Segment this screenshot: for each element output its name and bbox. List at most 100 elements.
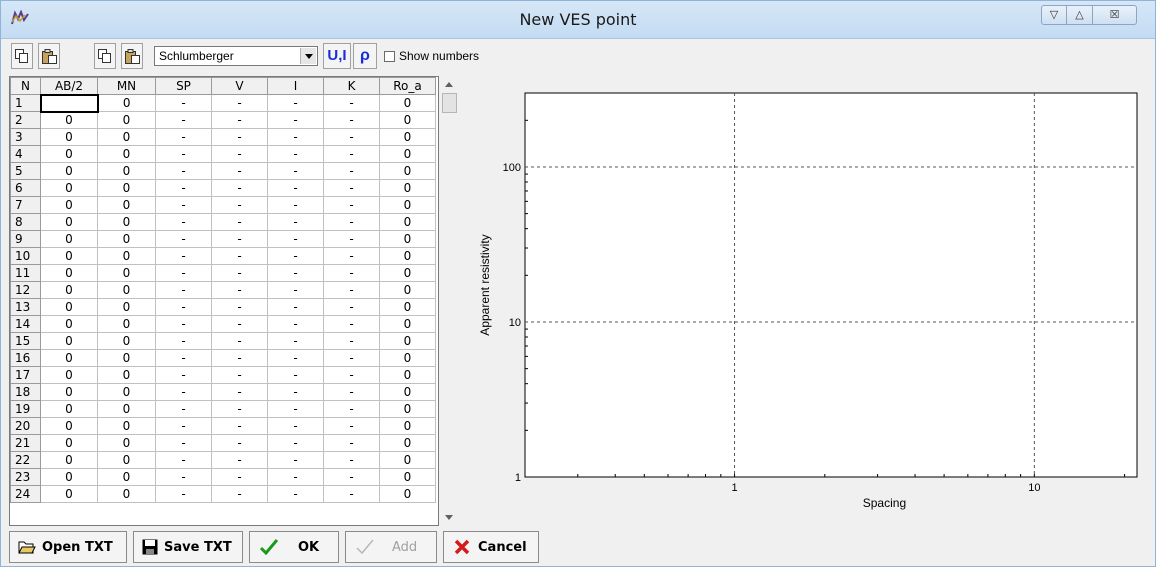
table-cell[interactable]: 0 [379,349,436,367]
table-cell[interactable]: - [155,434,212,452]
table-cell[interactable]: - [323,94,380,112]
table-cell[interactable]: 0 [97,145,156,163]
table-cell[interactable]: 0 [97,315,156,333]
table-cell[interactable]: - [267,298,324,316]
table-cell[interactable]: - [267,332,324,350]
table-cell[interactable]: - [211,332,268,350]
voltage-current-button[interactable]: U,I [323,43,351,69]
table-cell[interactable]: - [323,366,380,384]
table-cell[interactable]: 0 [379,366,436,384]
column-header[interactable]: Ro_a [379,77,436,95]
table-cell[interactable]: 0 [40,485,98,503]
table-cell[interactable]: 0 [40,179,98,197]
table-cell[interactable]: - [211,128,268,146]
table-cell[interactable]: 0 [97,417,156,435]
copy-button[interactable] [11,43,33,69]
table-cell[interactable]: - [267,264,324,282]
table-cell[interactable]: - [323,162,380,180]
table-cell[interactable]: 0 [379,128,436,146]
table-cell[interactable]: - [155,179,212,197]
table-cell[interactable]: - [211,247,268,265]
table-cell[interactable]: - [267,145,324,163]
table-cell[interactable]: 0 [379,485,436,503]
table-cell[interactable]: 0 [40,264,98,282]
table-cell[interactable]: - [211,400,268,418]
table-cell[interactable]: - [155,485,212,503]
close-button[interactable]: ☒ [1093,5,1137,25]
table-cell[interactable]: - [155,162,212,180]
ok-button[interactable]: OK [249,531,339,563]
table-cell[interactable]: - [155,94,212,112]
table-cell[interactable]: - [267,366,324,384]
copy-graph-button[interactable] [94,43,116,69]
scroll-down-icon[interactable] [445,515,453,520]
scroll-up-icon[interactable] [445,82,453,87]
table-cell[interactable]: - [155,145,212,163]
column-header[interactable]: AB/2 [40,77,98,95]
table-cell[interactable]: - [267,213,324,231]
table-cell[interactable]: 0 [379,383,436,401]
table-cell[interactable]: 0 [40,281,98,299]
table-cell[interactable]: - [155,264,212,282]
table-cell[interactable]: 0 [97,264,156,282]
table-cell[interactable]: 0 [97,349,156,367]
table-cell[interactable]: 0 [40,434,98,452]
table-cell[interactable]: - [211,349,268,367]
vertical-scrollbar[interactable] [441,76,458,526]
table-cell[interactable]: 0 [40,451,98,469]
table-cell[interactable]: 0 [40,417,98,435]
table-cell[interactable]: 0 [379,247,436,265]
table-cell[interactable]: - [267,315,324,333]
table-cell[interactable]: 0 [40,213,98,231]
paste-button[interactable] [38,43,60,69]
table-cell[interactable]: - [267,196,324,214]
table-cell[interactable]: - [267,417,324,435]
table-cell[interactable]: - [211,417,268,435]
table-cell[interactable]: - [155,128,212,146]
table-cell[interactable]: 0 [40,162,98,180]
table-cell[interactable]: 0 [97,451,156,469]
table-cell[interactable]: - [211,179,268,197]
table-cell[interactable]: - [155,366,212,384]
table-cell[interactable]: - [267,451,324,469]
table-cell[interactable]: - [267,485,324,503]
table-cell[interactable]: - [211,145,268,163]
cancel-button[interactable]: Cancel [443,531,539,563]
table-cell[interactable]: 0 [40,247,98,265]
table-cell[interactable]: - [211,264,268,282]
table-cell[interactable]: - [155,247,212,265]
table-cell[interactable]: - [323,485,380,503]
table-cell[interactable]: - [155,298,212,316]
table-cell[interactable]: - [323,434,380,452]
table-cell[interactable]: - [323,451,380,469]
table-cell[interactable]: 0 [379,281,436,299]
table-cell[interactable]: 0 [40,145,98,163]
table-cell[interactable]: - [155,400,212,418]
table-cell[interactable]: 0 [40,230,98,248]
table-cell[interactable]: - [267,281,324,299]
array-type-select[interactable]: Schlumberger [154,46,318,66]
table-cell[interactable]: - [323,349,380,367]
table-cell[interactable]: - [211,485,268,503]
table-cell[interactable]: 0 [97,247,156,265]
table-cell[interactable]: 0 [97,281,156,299]
table-cell[interactable]: - [323,281,380,299]
table-cell[interactable]: - [323,213,380,231]
table-cell[interactable]: 0 [40,349,98,367]
table-cell[interactable]: - [155,196,212,214]
table-cell[interactable]: - [323,298,380,316]
table-cell[interactable]: 0 [97,366,156,384]
title-bar[interactable]: New VES point ▽ △ ☒ [1,1,1155,39]
save-txt-button[interactable]: Save TXT [133,531,243,563]
table-cell[interactable] [39,93,99,113]
table-cell[interactable]: - [155,315,212,333]
table-cell[interactable]: - [211,213,268,231]
table-cell[interactable]: - [267,179,324,197]
table-cell[interactable]: 0 [379,111,436,129]
table-cell[interactable]: - [323,179,380,197]
add-button[interactable]: Add [345,531,437,563]
table-cell[interactable]: - [323,400,380,418]
table-cell[interactable]: - [155,468,212,486]
show-numbers-checkbox[interactable] [384,51,395,62]
table-cell[interactable]: - [155,417,212,435]
